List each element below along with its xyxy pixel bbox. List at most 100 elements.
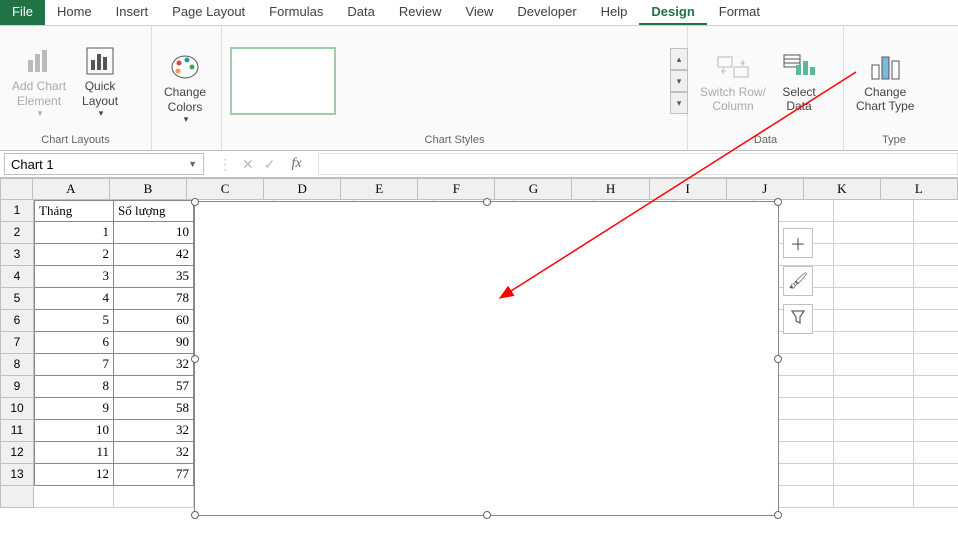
- cell[interactable]: 11: [34, 442, 114, 464]
- tab-help[interactable]: Help: [589, 0, 640, 25]
- tab-developer[interactable]: Developer: [505, 0, 588, 25]
- switch-row-column-button[interactable]: Switch Row/ Column: [696, 47, 770, 116]
- cell[interactable]: Số lượng: [114, 200, 194, 222]
- cell[interactable]: 58: [114, 398, 194, 420]
- tab-format[interactable]: Format: [707, 0, 772, 25]
- resize-handle[interactable]: [774, 355, 782, 363]
- cell[interactable]: [834, 288, 914, 310]
- cell[interactable]: 4: [34, 288, 114, 310]
- cell[interactable]: [834, 376, 914, 398]
- gallery-down-icon[interactable]: ▾: [670, 70, 688, 92]
- enter-formula-icon[interactable]: ✓: [264, 156, 276, 173]
- quick-layout-button[interactable]: Quick Layout▾: [78, 41, 122, 121]
- row-header[interactable]: 9: [0, 376, 34, 398]
- tab-data[interactable]: Data: [335, 0, 386, 25]
- cell[interactable]: [914, 376, 958, 398]
- cell[interactable]: [914, 442, 958, 464]
- select-data-button[interactable]: Select Data: [778, 47, 820, 116]
- chart-object[interactable]: [194, 201, 779, 516]
- row-header[interactable]: [0, 486, 34, 508]
- cell[interactable]: 42: [114, 244, 194, 266]
- cell[interactable]: [834, 222, 914, 244]
- cell[interactable]: 35: [114, 266, 194, 288]
- column-header[interactable]: E: [341, 178, 418, 200]
- column-header[interactable]: C: [187, 178, 264, 200]
- cell[interactable]: 3: [34, 266, 114, 288]
- cell[interactable]: [914, 420, 958, 442]
- resize-handle[interactable]: [483, 511, 491, 519]
- add-chart-element-button[interactable]: Add Chart Element▾: [8, 41, 70, 121]
- cell[interactable]: 9: [34, 398, 114, 420]
- row-header[interactable]: 6: [0, 310, 34, 332]
- cell[interactable]: [914, 222, 958, 244]
- tab-file[interactable]: File: [0, 0, 45, 25]
- gallery-up-icon[interactable]: ▴: [670, 48, 688, 70]
- cell[interactable]: [834, 442, 914, 464]
- column-header[interactable]: B: [110, 178, 187, 200]
- cell[interactable]: 77: [114, 464, 194, 486]
- cell[interactable]: 10: [114, 222, 194, 244]
- cell[interactable]: [914, 398, 958, 420]
- cell[interactable]: 1: [34, 222, 114, 244]
- chart-styles-gallery[interactable]: ▴ ▾ ▾: [230, 47, 688, 115]
- column-header[interactable]: H: [572, 178, 649, 200]
- name-box[interactable]: Chart 1▼: [4, 153, 204, 175]
- chart-style-1[interactable]: [230, 47, 336, 115]
- column-header[interactable]: J: [727, 178, 804, 200]
- resize-handle[interactable]: [774, 511, 782, 519]
- row-header[interactable]: 2: [0, 222, 34, 244]
- cell[interactable]: [914, 288, 958, 310]
- resize-handle[interactable]: [483, 198, 491, 206]
- tab-page-layout[interactable]: Page Layout: [160, 0, 257, 25]
- cell[interactable]: 5: [34, 310, 114, 332]
- tab-formulas[interactable]: Formulas: [257, 0, 335, 25]
- cell[interactable]: 6: [34, 332, 114, 354]
- resize-handle[interactable]: [191, 198, 199, 206]
- cell[interactable]: 32: [114, 354, 194, 376]
- column-header[interactable]: F: [418, 178, 495, 200]
- cell[interactable]: 2: [34, 244, 114, 266]
- row-header[interactable]: 10: [0, 398, 34, 420]
- cell[interactable]: 32: [114, 420, 194, 442]
- row-header[interactable]: 8: [0, 354, 34, 376]
- cell[interactable]: [914, 354, 958, 376]
- cell[interactable]: [834, 310, 914, 332]
- fx-icon[interactable]: fx: [285, 156, 307, 172]
- cell[interactable]: [834, 266, 914, 288]
- cell[interactable]: [834, 200, 914, 222]
- cancel-formula-icon[interactable]: ✕: [242, 156, 254, 173]
- cell[interactable]: [914, 244, 958, 266]
- cell[interactable]: [834, 420, 914, 442]
- cell[interactable]: [914, 200, 958, 222]
- cell[interactable]: [834, 398, 914, 420]
- row-header[interactable]: 11: [0, 420, 34, 442]
- cell[interactable]: [34, 486, 114, 508]
- cell[interactable]: [834, 244, 914, 266]
- chart-filters-button[interactable]: [783, 304, 813, 334]
- tab-insert[interactable]: Insert: [104, 0, 161, 25]
- resize-handle[interactable]: [191, 355, 199, 363]
- cell[interactable]: [114, 486, 194, 508]
- cell[interactable]: [834, 354, 914, 376]
- column-header[interactable]: K: [804, 178, 881, 200]
- tab-home[interactable]: Home: [45, 0, 104, 25]
- cell[interactable]: [914, 486, 958, 508]
- cell[interactable]: 60: [114, 310, 194, 332]
- change-colors-button[interactable]: Change Colors▾: [160, 47, 210, 127]
- cell[interactable]: [914, 332, 958, 354]
- cell[interactable]: [914, 266, 958, 288]
- row-header[interactable]: 13: [0, 464, 34, 486]
- tab-design[interactable]: Design: [639, 0, 706, 25]
- cell[interactable]: 10: [34, 420, 114, 442]
- cell[interactable]: 57: [114, 376, 194, 398]
- cell[interactable]: 7: [34, 354, 114, 376]
- gallery-more-icon[interactable]: ▾: [670, 92, 688, 114]
- cell[interactable]: 32: [114, 442, 194, 464]
- formula-input[interactable]: [318, 153, 958, 175]
- cell[interactable]: 78: [114, 288, 194, 310]
- select-all-corner[interactable]: [0, 178, 33, 200]
- cell[interactable]: [834, 464, 914, 486]
- column-header[interactable]: A: [33, 178, 110, 200]
- change-chart-type-button[interactable]: Change Chart Type: [852, 47, 918, 116]
- cell[interactable]: [914, 464, 958, 486]
